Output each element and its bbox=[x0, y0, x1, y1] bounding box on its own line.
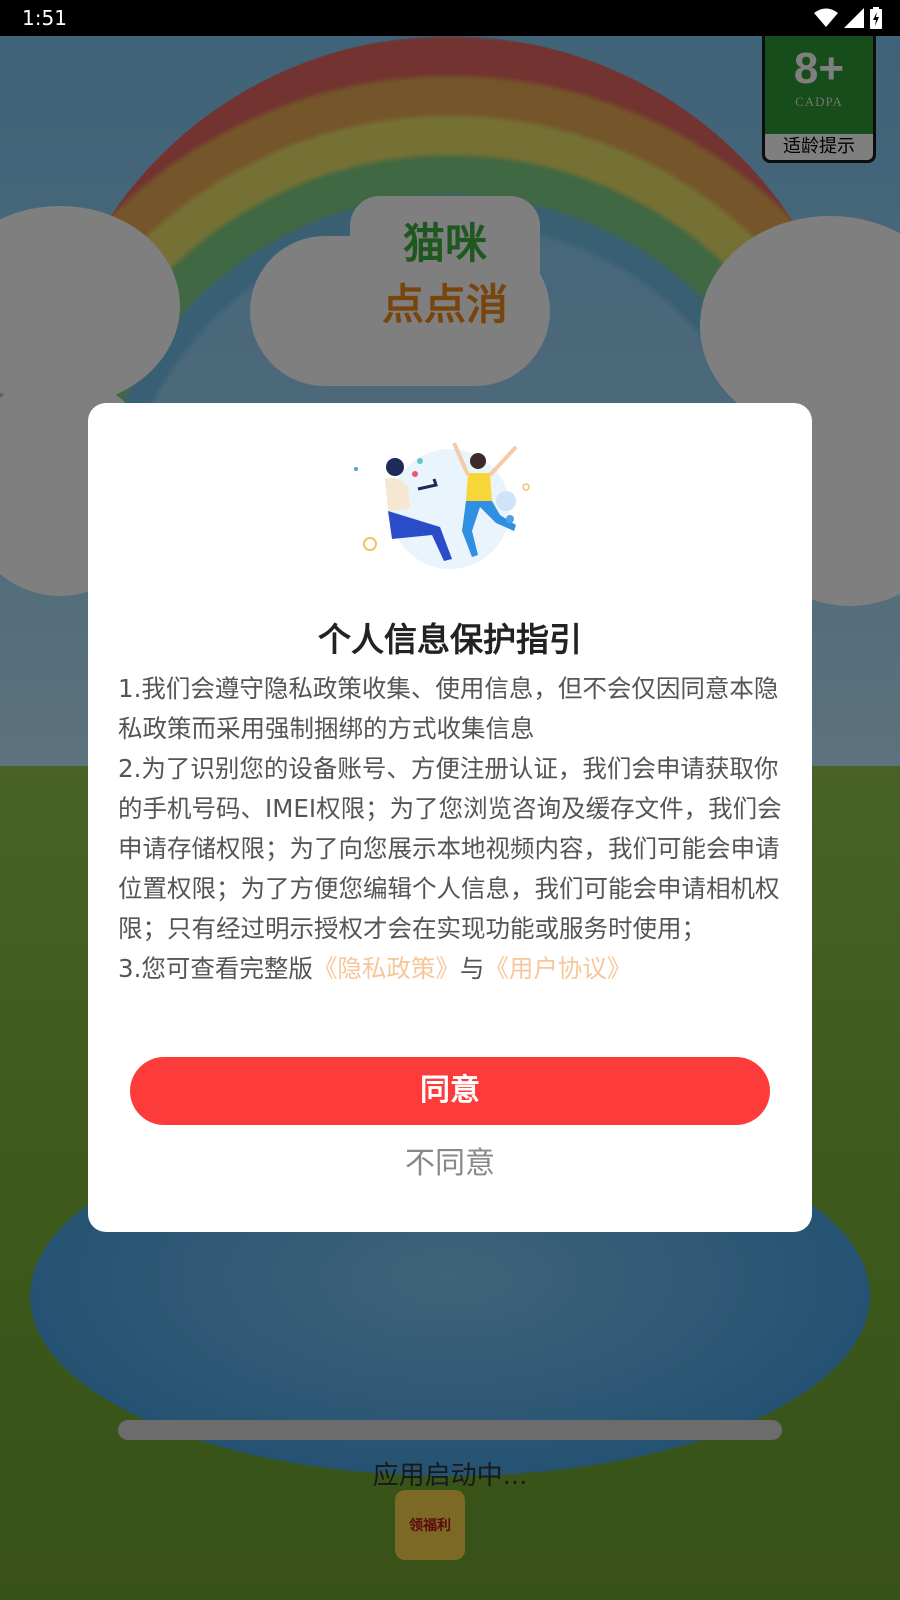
signal-icon bbox=[844, 8, 864, 32]
status-bar: 1:51 bbox=[0, 0, 900, 36]
status-time: 1:51 bbox=[22, 6, 67, 30]
dialog-title: 个人信息保护指引 bbox=[318, 620, 582, 659]
policy-point-2: 2.为了识别您的设备账号、方便注册认证，我们会申请获取你的手机号码、IMEI权限… bbox=[118, 754, 782, 943]
policy-point-1: 1.我们会遵守隐私政策收集、使用信息，但不会仅因同意本隐私政策而采用强制捆绑的方… bbox=[118, 674, 779, 743]
user-agreement-link[interactable]: 《用户协议》 bbox=[484, 954, 631, 983]
battery-icon bbox=[870, 7, 882, 33]
dialog-body: 1.我们会遵守隐私政策收集、使用信息，但不会仅因同意本隐私政策而采用强制捆绑的方… bbox=[118, 669, 782, 989]
status-icons bbox=[814, 7, 882, 33]
and-text: 与 bbox=[459, 954, 485, 983]
disagree-button[interactable]: 不同意 bbox=[88, 1138, 812, 1182]
wifi-icon bbox=[814, 8, 838, 32]
privacy-policy-link[interactable]: 《隐私政策》 bbox=[313, 954, 460, 983]
policy-point-3: 3.您可查看完整版《隐私政策》与《用户协议》 bbox=[118, 949, 782, 989]
couple-illustration bbox=[350, 439, 550, 579]
policy-point-3-text: 3.您可查看完整版 bbox=[118, 954, 313, 983]
privacy-dialog: 个人信息保护指引 1.我们会遵守隐私政策收集、使用信息，但不会仅因同意本隐私政策… bbox=[88, 403, 812, 1232]
agree-button[interactable]: 同意 bbox=[130, 1057, 770, 1125]
